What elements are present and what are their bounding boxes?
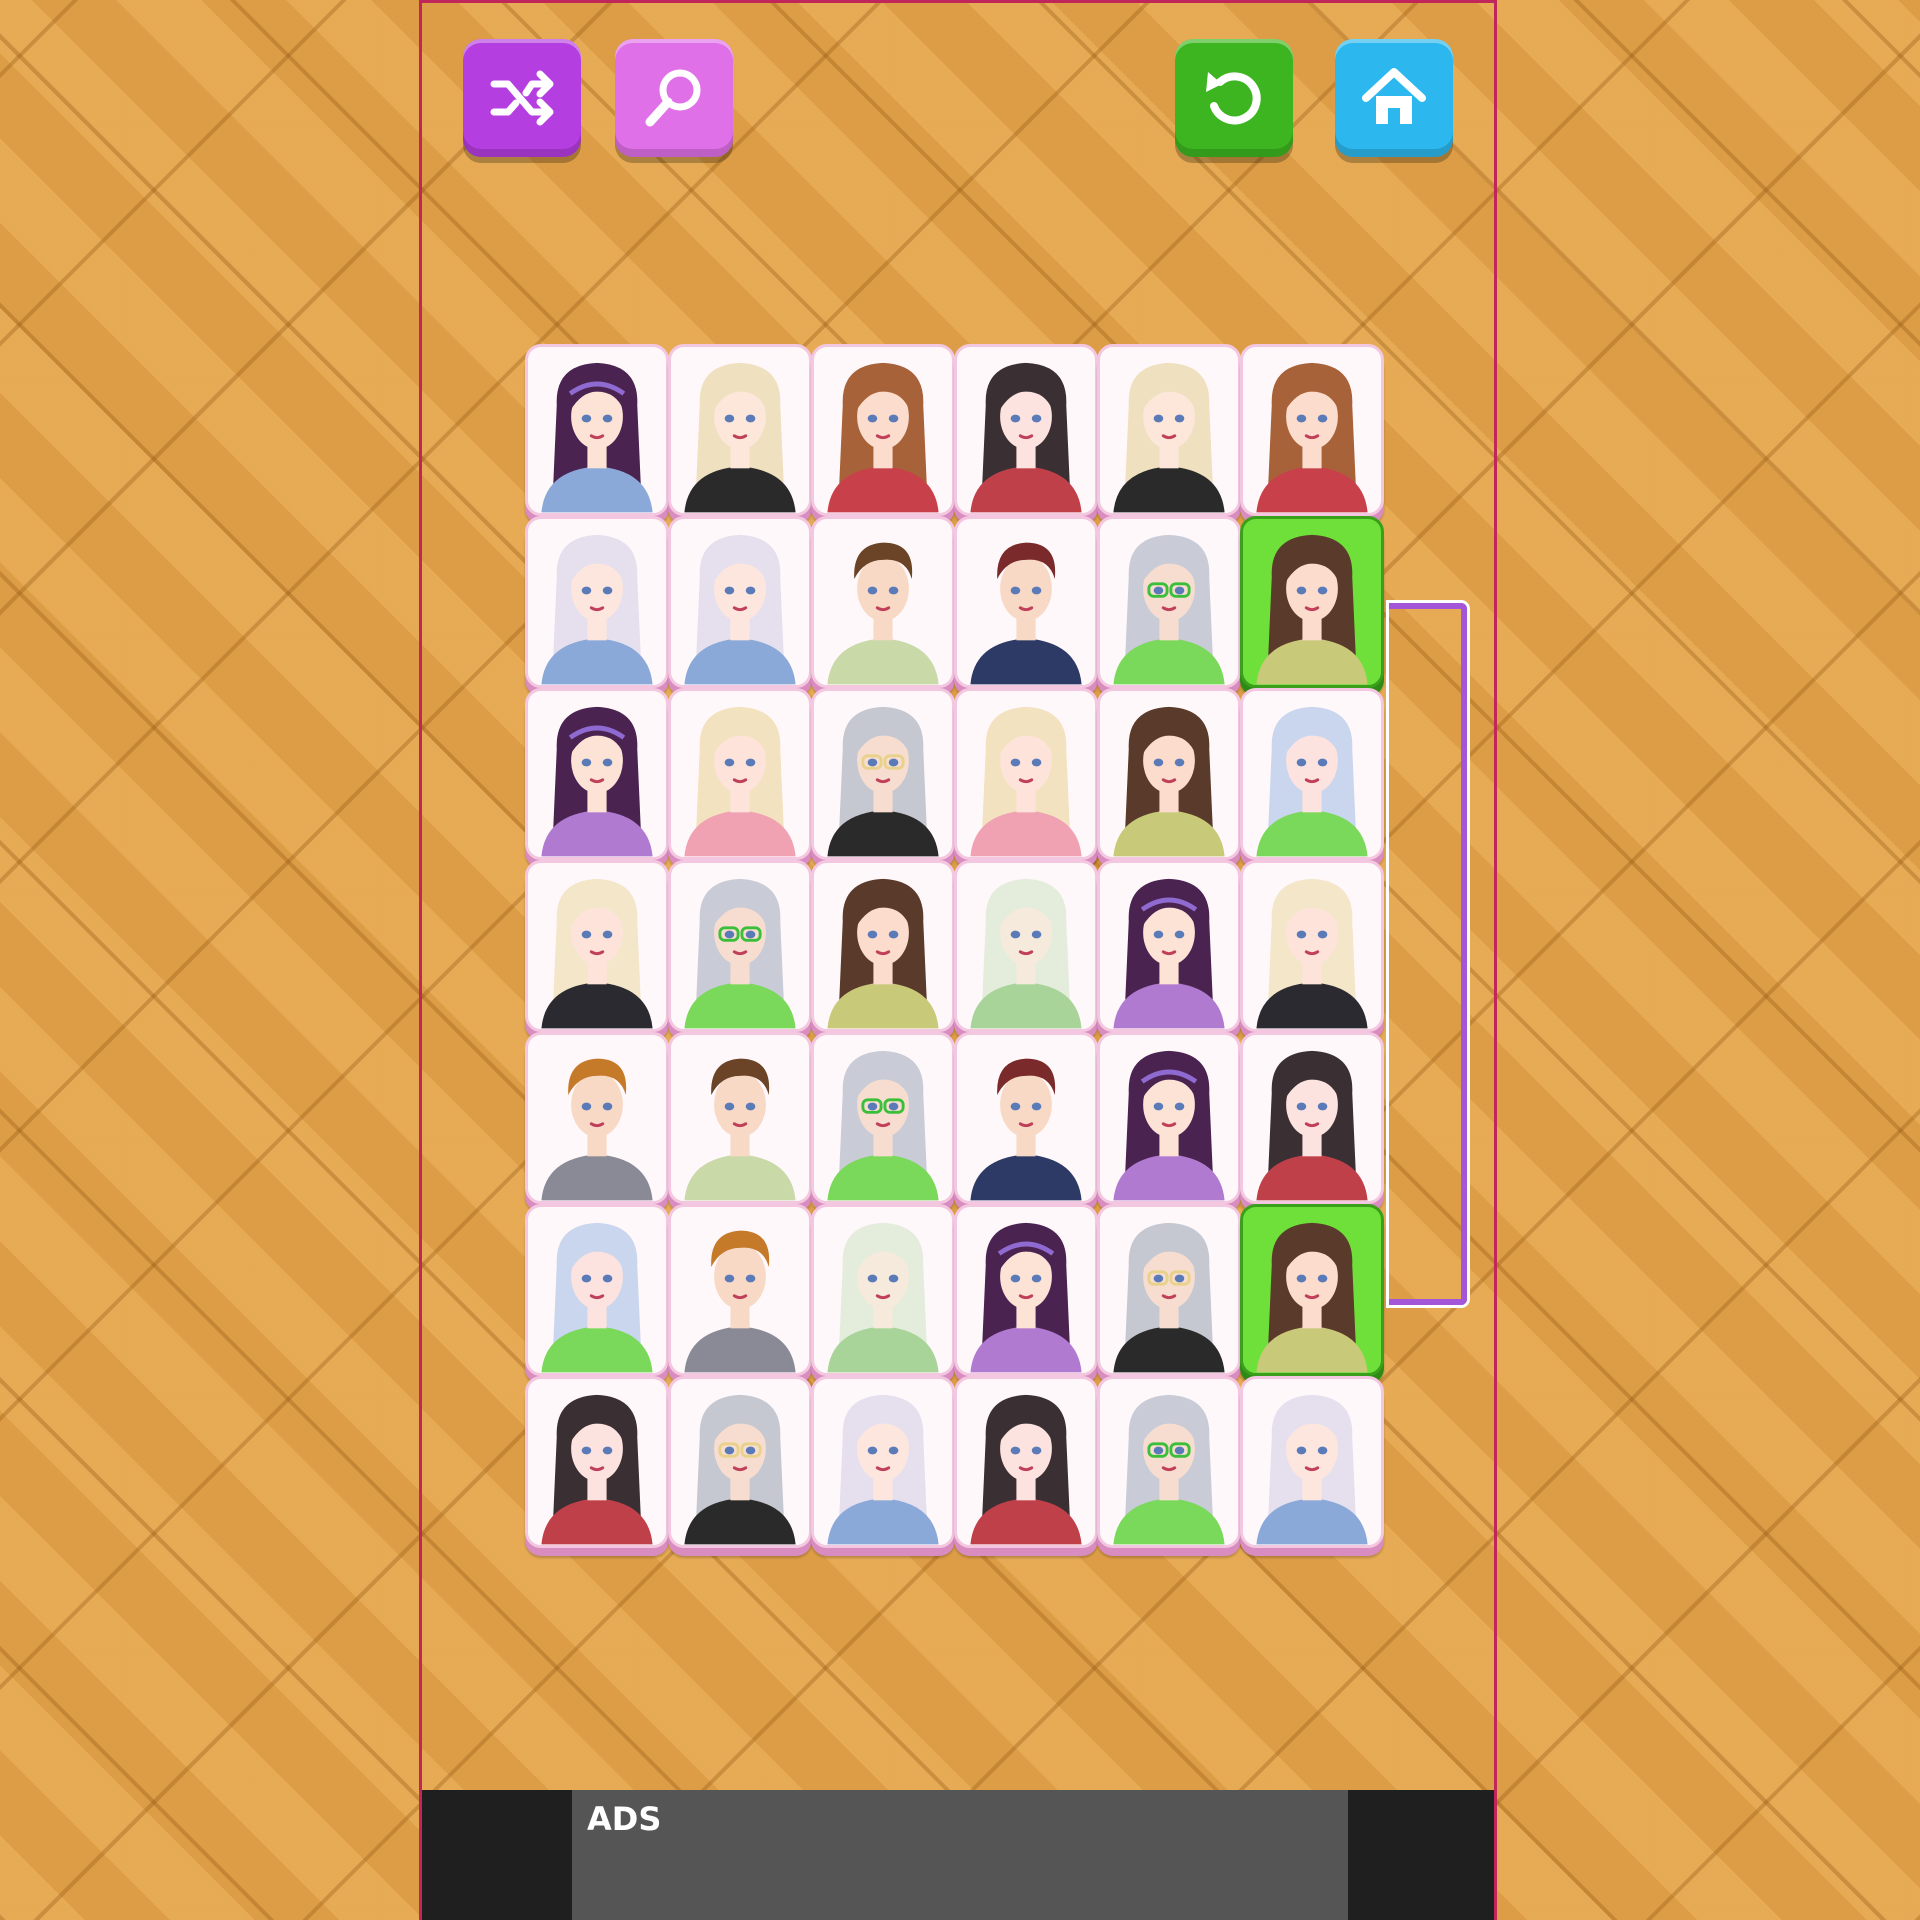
magnifier-icon <box>645 69 701 127</box>
tile-girl-elf-green[interactable] <box>811 1204 955 1376</box>
portrait-girl-blonde-sequin <box>1256 878 1368 1029</box>
tile-girl-blue-curls-green[interactable] <box>525 1204 669 1376</box>
tile-girl-silver-green-glasses[interactable] <box>668 860 812 1032</box>
tile-boy-red-hair-navy[interactable] <box>954 516 1098 688</box>
portrait-girl-silver-green-glasses <box>827 1050 939 1201</box>
ad-slot[interactable] <box>572 1790 1348 1920</box>
portrait-girl-blonde-bun-black <box>684 362 796 513</box>
tile-girl-dark-wavy-rose[interactable] <box>954 1376 1098 1548</box>
tile-boy-ginger-argyle[interactable] <box>525 1032 669 1204</box>
portrait-girl-brunette-bun-floral <box>1256 1222 1368 1373</box>
shuffle-icon <box>490 70 554 126</box>
portrait-girl-silver-green-glasses <box>1113 534 1225 685</box>
tile-girl-silver-wavy-blue[interactable] <box>525 516 669 688</box>
portrait-girl-blue-curls-green <box>541 1222 653 1373</box>
portrait-girl-dark-wavy-rose <box>970 1394 1082 1545</box>
tile-girl-auburn-ponytail-rose[interactable] <box>811 344 955 516</box>
tile-girl-silver-green-glasses[interactable] <box>811 1032 955 1204</box>
tile-girl-blonde-curls-pink[interactable] <box>954 688 1098 860</box>
portrait-girl-purple-headband-lilac <box>1113 1050 1225 1201</box>
undo-button[interactable] <box>1175 39 1293 157</box>
tile-girl-purple-headband-lilac[interactable] <box>1097 1032 1241 1204</box>
portrait-girl-auburn-ponytail-rose <box>827 362 939 513</box>
portrait-girl-silver-wavy-blue <box>541 534 653 685</box>
portrait-girl-purple-headband-lilac <box>1113 878 1225 1029</box>
tile-girl-brunette-bun-floral[interactable] <box>1240 516 1384 688</box>
tile-girl-dark-wavy-rose[interactable] <box>525 1376 669 1548</box>
portrait-girl-dark-wavy-rose <box>541 1394 653 1545</box>
portrait-girl-blonde-bun-black <box>1113 362 1225 513</box>
tile-girl-silver-glasses-black[interactable] <box>1097 1204 1241 1376</box>
tile-girl-silver-green-glasses[interactable] <box>1097 516 1241 688</box>
portrait-girl-blonde-sequin <box>541 878 653 1029</box>
portrait-boy-red-hair-navy <box>970 542 1082 685</box>
portrait-girl-brunette-bun-floral <box>1256 534 1368 685</box>
home-button[interactable] <box>1335 39 1453 157</box>
tile-girl-silver-wavy-blue[interactable] <box>668 516 812 688</box>
portrait-girl-elf-green <box>970 878 1082 1029</box>
portrait-girl-silver-green-glasses <box>684 878 796 1029</box>
portrait-girl-brunette-bun-floral <box>827 878 939 1029</box>
tile-girl-auburn-ponytail-rose[interactable] <box>1240 344 1384 516</box>
tile-girl-silver-wavy-blue[interactable] <box>811 1376 955 1548</box>
tile-boy-brown-floral[interactable] <box>811 516 955 688</box>
tile-girl-blonde-sequin[interactable] <box>1240 860 1384 1032</box>
portrait-girl-silver-glasses-black <box>827 706 939 857</box>
tile-girl-blonde-sequin[interactable] <box>525 860 669 1032</box>
ad-label: ADS <box>587 1800 662 1838</box>
portrait-girl-silver-wavy-blue <box>684 534 796 685</box>
undo-icon <box>1206 72 1261 125</box>
tile-girl-blue-curls-green[interactable] <box>1240 688 1384 860</box>
tile-girl-blonde-bun-black[interactable] <box>1097 344 1241 516</box>
shuffle-button[interactable] <box>463 39 581 157</box>
tile-boy-ginger-argyle[interactable] <box>668 1204 812 1376</box>
tile-girl-blonde-bun-black[interactable] <box>668 344 812 516</box>
portrait-girl-silver-green-glasses <box>1113 1394 1225 1545</box>
portrait-girl-blue-curls-green <box>1256 706 1368 857</box>
portrait-boy-ginger-argyle <box>541 1058 653 1201</box>
portrait-girl-purple-headband-blue <box>541 362 653 513</box>
tile-girl-dark-wavy-rose[interactable] <box>954 344 1098 516</box>
tile-girl-blonde-curls-pink[interactable] <box>668 688 812 860</box>
portrait-boy-red-hair-navy <box>970 1058 1082 1201</box>
tile-girl-purple-headband-lilac[interactable] <box>954 1204 1098 1376</box>
portrait-girl-silver-wavy-blue <box>827 1394 939 1545</box>
tile-girl-brunette-bun-floral[interactable] <box>1097 688 1241 860</box>
tile-girl-brunette-bun-floral[interactable] <box>811 860 955 1032</box>
tile-girl-purple-headband-lilac[interactable] <box>525 688 669 860</box>
portrait-girl-silver-glasses-black <box>1113 1222 1225 1373</box>
portrait-girl-silver-glasses-black <box>684 1394 796 1545</box>
tile-girl-silver-glasses-black[interactable] <box>811 688 955 860</box>
tile-girl-silver-green-glasses[interactable] <box>1097 1376 1241 1548</box>
tile-girl-elf-green[interactable] <box>954 860 1098 1032</box>
portrait-boy-ginger-argyle <box>684 1230 796 1373</box>
match-connector-line <box>1389 603 1467 1305</box>
tile-girl-dark-wavy-rose[interactable] <box>1240 1032 1384 1204</box>
tile-girl-silver-wavy-blue[interactable] <box>1240 1376 1384 1548</box>
portrait-boy-brown-floral <box>827 542 939 685</box>
portrait-girl-blonde-curls-pink <box>684 706 796 857</box>
tile-girl-brunette-bun-floral[interactable] <box>1240 1204 1384 1376</box>
portrait-girl-dark-wavy-rose <box>1256 1050 1368 1201</box>
portrait-girl-silver-wavy-blue <box>1256 1394 1368 1545</box>
tile-boy-brown-floral[interactable] <box>668 1032 812 1204</box>
portrait-boy-brown-floral <box>684 1058 796 1201</box>
portrait-girl-purple-headband-lilac <box>541 706 653 857</box>
tile-girl-silver-glasses-black[interactable] <box>668 1376 812 1548</box>
portrait-girl-blonde-curls-pink <box>970 706 1082 857</box>
portrait-girl-auburn-ponytail-rose <box>1256 362 1368 513</box>
home-icon <box>1362 68 1426 124</box>
portrait-girl-brunette-bun-floral <box>1113 706 1225 857</box>
tile-girl-purple-headband-lilac[interactable] <box>1097 860 1241 1032</box>
portrait-girl-purple-headband-lilac <box>970 1222 1082 1373</box>
tile-boy-red-hair-navy[interactable] <box>954 1032 1098 1204</box>
portrait-girl-elf-green <box>827 1222 939 1373</box>
portrait-girl-dark-wavy-rose <box>970 362 1082 513</box>
hint-button[interactable] <box>615 39 733 157</box>
tile-girl-purple-headband-blue[interactable] <box>525 344 669 516</box>
